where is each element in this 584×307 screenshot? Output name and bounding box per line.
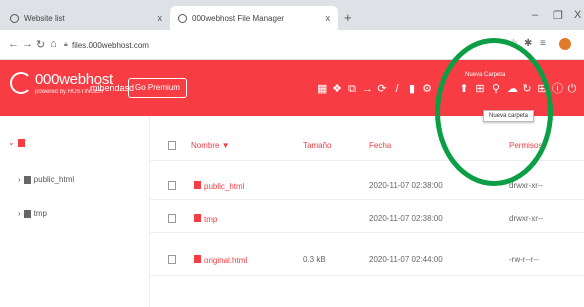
table-row-perms: drwxr-xr--: [509, 181, 544, 190]
close-tab-icon[interactable]: x: [158, 13, 163, 23]
table-row-size: 0.3 kB: [303, 255, 326, 264]
folder-icon: [23, 209, 31, 218]
column-date[interactable]: Fecha: [369, 141, 391, 150]
folder-icon: [17, 138, 25, 147]
annotation-circle: [435, 38, 553, 186]
folder-icon: [194, 181, 201, 189]
minimize-button[interactable]: –: [532, 9, 538, 21]
move-icon[interactable]: ⧉: [347, 84, 357, 95]
close-window-button[interactable]: X: [574, 9, 581, 21]
power-icon[interactable]: ⏻: [567, 84, 577, 95]
new-tab-button[interactable]: +: [344, 10, 352, 25]
table-row-perms: -rw-r--r--: [509, 255, 539, 264]
row-checkbox[interactable]: [168, 255, 176, 264]
table-row-perms: drwxr-xr--: [509, 214, 544, 223]
table-row-name[interactable]: tmp: [191, 214, 217, 224]
file-icon: [194, 255, 201, 263]
edit-icon[interactable]: /: [392, 84, 402, 95]
tree-root[interactable]: ⌄: [8, 138, 28, 147]
divider: [150, 275, 584, 276]
chevron-right-icon: ›: [18, 175, 21, 184]
table-row-name[interactable]: public_html: [191, 181, 244, 191]
gallery-icon[interactable]: ▦: [317, 84, 327, 95]
tab-file-manager[interactable]: 000webhost File Manager x: [170, 6, 338, 30]
column-size[interactable]: Tamaño: [303, 141, 331, 150]
lock-icon: 🔒︎: [64, 41, 68, 48]
tree-item-public-html[interactable]: › public_html: [18, 175, 74, 184]
settings-icon[interactable]: ⚙: [422, 84, 432, 95]
folder-tree: ⌄ › public_html › tmp: [0, 116, 150, 307]
expand-caret-icon[interactable]: ⌄: [8, 138, 15, 147]
chevron-right-icon: ›: [18, 209, 21, 218]
row-checkbox[interactable]: [168, 214, 176, 223]
back-icon[interactable]: ←: [8, 38, 19, 50]
reading-list-icon[interactable]: ≡: [540, 38, 546, 49]
tree-item-label: tmp: [33, 209, 48, 218]
browser-tab-strip: Website list x 000webhost File Manager x…: [0, 0, 584, 30]
url-field[interactable]: files.000webhost.com: [72, 41, 149, 50]
table-row-date: 2020-11-07 02:38:00: [369, 181, 443, 190]
table-row-date: 2020-11-07 02:44:00: [369, 255, 443, 264]
column-name[interactable]: Nombre ▼: [191, 141, 230, 150]
tab-title: Website list: [24, 13, 65, 23]
info-icon[interactable]: ⓘ: [552, 84, 563, 95]
forward-icon[interactable]: →: [22, 38, 33, 50]
copy-icon[interactable]: ❖: [332, 84, 342, 95]
extensions-icon[interactable]: ✱: [524, 38, 532, 49]
home-icon[interactable]: ⌂: [50, 38, 57, 50]
divider: [150, 232, 584, 233]
delete-icon[interactable]: ▮: [407, 84, 417, 95]
favicon-icon: [10, 13, 19, 23]
maximize-button[interactable]: ❐: [553, 9, 563, 22]
close-tab-icon[interactable]: x: [326, 13, 331, 23]
logo-swirl-icon: [10, 72, 32, 94]
table-row-name[interactable]: original.html: [191, 255, 247, 265]
folder-icon: [23, 175, 31, 184]
favicon-icon: [178, 13, 187, 23]
reload-icon[interactable]: ↻: [36, 38, 45, 51]
tree-item-tmp[interactable]: › tmp: [18, 209, 47, 218]
go-premium-button[interactable]: Go Premium: [128, 78, 187, 98]
divider: [150, 199, 584, 200]
rename-icon[interactable]: ⟳: [377, 84, 387, 95]
row-checkbox[interactable]: [168, 181, 176, 190]
profile-avatar[interactable]: [559, 38, 571, 50]
table-row-date: 2020-11-07 02:38:00: [369, 214, 443, 223]
tab-title: 000webhost File Manager: [192, 13, 285, 23]
arrow-right-icon[interactable]: →: [362, 84, 373, 95]
tab-website-list[interactable]: Website list x: [2, 6, 170, 30]
folder-icon: [194, 214, 201, 222]
tree-item-label: public_html: [33, 175, 75, 184]
select-all-checkbox[interactable]: [168, 141, 176, 150]
